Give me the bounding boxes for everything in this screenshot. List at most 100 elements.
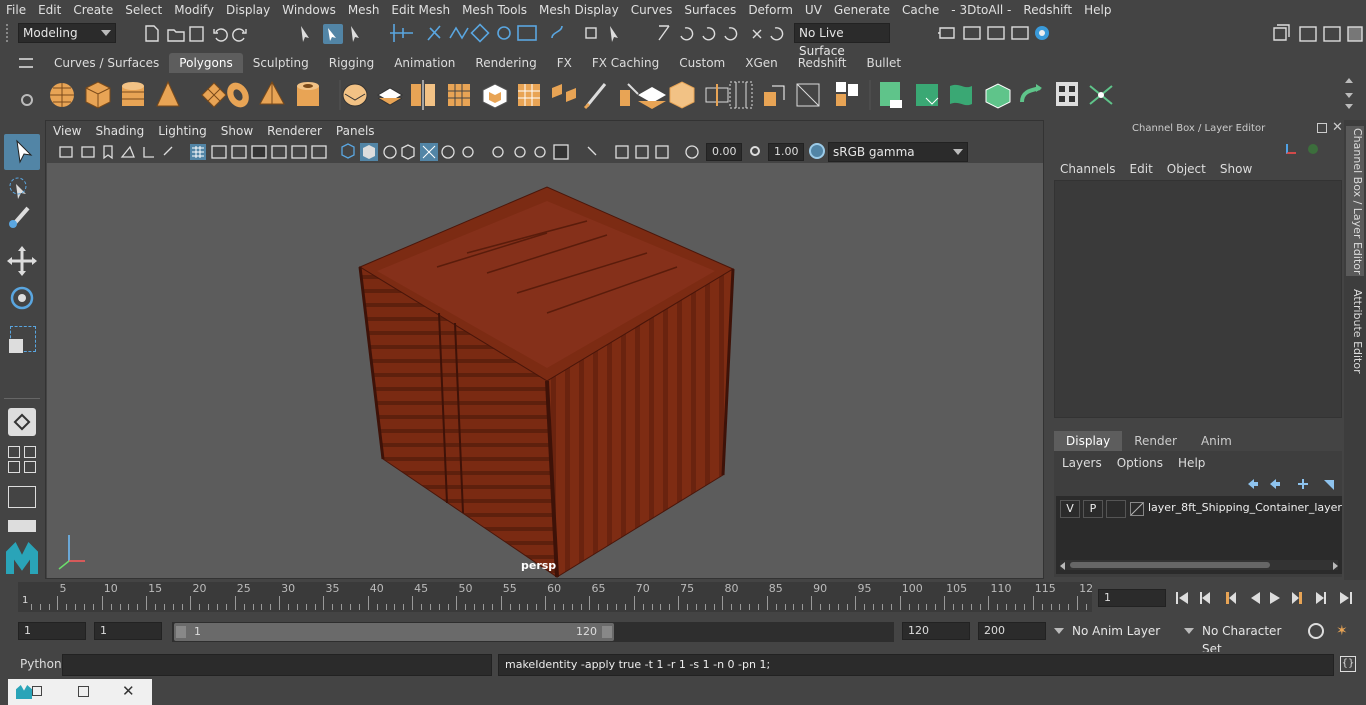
command-language-label[interactable]: Python	[20, 657, 62, 671]
outliner-layout-button[interactable]	[8, 486, 36, 508]
shelf-tab-rigging[interactable]: Rigging	[319, 53, 384, 73]
select-tool-button[interactable]	[4, 134, 40, 170]
menu-edit[interactable]: Edit	[32, 0, 67, 20]
toggle-grip[interactable]	[6, 24, 12, 42]
time-slider[interactable]: 5 10 15 20 25 30 35 40 45 50 55 60 65 70 75 80 85 90 95 100…	[18, 582, 1093, 612]
viewport-menu-panels[interactable]: Panels	[329, 124, 382, 138]
current-frame-field[interactable]: 1	[1098, 589, 1166, 607]
menu-modify[interactable]: Modify	[168, 0, 220, 20]
maya-window-icon[interactable]	[16, 685, 32, 699]
restore-icon[interactable]	[32, 686, 42, 696]
end-time-field[interactable]: 200	[978, 622, 1046, 640]
character-set-dropdown[interactable]: No Character Set	[1180, 622, 1302, 656]
shelf-settings-gear-icon[interactable]	[21, 94, 33, 106]
menu-create[interactable]: Create	[67, 0, 119, 20]
channel-menu-edit[interactable]: Edit	[1130, 162, 1165, 176]
menu-curves[interactable]: Curves	[625, 0, 679, 20]
menu-generate[interactable]: Generate	[828, 0, 896, 20]
layer-scrollbar[interactable]	[1060, 560, 1338, 570]
color-management-icon[interactable]	[809, 143, 825, 159]
layout-two-button[interactable]	[8, 461, 20, 473]
manipulator-icon[interactable]	[1286, 144, 1296, 154]
script-editor-icon[interactable]: {}	[1340, 656, 1356, 672]
shelf-scroll[interactable]	[1344, 76, 1354, 114]
menu-deform[interactable]: Deform	[742, 0, 799, 20]
tab-attribute-editor[interactable]: Attribute Editor	[1346, 286, 1364, 376]
menu-mesh[interactable]: Mesh	[342, 0, 386, 20]
layer-playback-toggle[interactable]: P	[1083, 500, 1103, 518]
shelf-menu-icon[interactable]	[19, 58, 33, 68]
shelf-tab-curves-surfaces[interactable]: Curves / Surfaces	[44, 53, 169, 73]
menu-mesh-display[interactable]: Mesh Display	[533, 0, 625, 20]
color-space-dropdown[interactable]: sRGB gamma	[828, 142, 968, 162]
layer-tab-render[interactable]: Render	[1122, 431, 1189, 451]
close-icon[interactable]: ✕	[122, 682, 135, 700]
gamma-field[interactable]: 1.00	[768, 143, 804, 161]
shelf-tab-redshift[interactable]: Redshift	[788, 53, 857, 73]
viewport-menu-lighting[interactable]: Lighting	[151, 124, 214, 138]
tab-channel-box[interactable]: Channel Box / Layer Editor	[1346, 126, 1364, 276]
menu-file[interactable]: File	[0, 0, 32, 20]
shelf-tab-fx-caching[interactable]: FX Caching	[582, 53, 669, 73]
viewport-menu-renderer[interactable]: Renderer	[260, 124, 329, 138]
layout-four-button[interactable]	[24, 446, 36, 458]
menu-windows[interactable]: Windows	[276, 0, 342, 20]
viewport-3d-canvas[interactable]: persp	[47, 163, 1043, 578]
graph-layout-button[interactable]	[8, 520, 36, 532]
menu-display[interactable]: Display	[220, 0, 276, 20]
shelf-tab-rendering[interactable]: Rendering	[465, 53, 546, 73]
mode-selector[interactable]: Modeling	[18, 23, 116, 43]
menu-uv[interactable]: UV	[799, 0, 828, 20]
viewport-menu-shading[interactable]: Shading	[88, 124, 151, 138]
close-icon[interactable]: ✕	[1332, 120, 1343, 135]
scale-tool-button[interactable]	[9, 326, 36, 353]
shelf-tab-animation[interactable]: Animation	[384, 53, 465, 73]
menu-cache[interactable]: Cache	[896, 0, 945, 20]
channel-menu-channels[interactable]: Channels	[1060, 162, 1128, 176]
shelf-tab-fx[interactable]: FX	[547, 53, 582, 73]
layer-menu-options[interactable]: Options	[1117, 456, 1178, 470]
playback-end-field[interactable]: 120	[902, 622, 970, 640]
command-input[interactable]	[62, 654, 492, 676]
channel-menu-show[interactable]: Show	[1220, 162, 1264, 176]
maximize-icon[interactable]	[78, 686, 89, 697]
layer-type-toggle[interactable]	[1106, 500, 1126, 518]
shelf-tab-custom[interactable]: Custom	[669, 53, 735, 73]
menu-redshift[interactable]: Redshift	[1017, 0, 1078, 20]
menu-select[interactable]: Select	[119, 0, 168, 20]
layer-tab-anim[interactable]: Anim	[1189, 431, 1244, 451]
shelf-tab-xgen[interactable]: XGen	[735, 53, 788, 73]
live-surface-field[interactable]: No Live Surface	[794, 23, 890, 58]
menu-surfaces[interactable]: Surfaces	[678, 0, 742, 20]
playback-start-field[interactable]: 1	[94, 622, 162, 640]
viewport-menu-view[interactable]: View	[46, 124, 88, 138]
channels-list[interactable]	[1054, 180, 1342, 418]
anim-prefs-icon[interactable]: ✶	[1336, 623, 1352, 639]
layer-menu-help[interactable]: Help	[1178, 456, 1220, 470]
layer-row[interactable]: V P layer_8ft_Shipping_Container_layer	[1060, 500, 1342, 518]
range-handle[interactable]: 1 120	[174, 623, 614, 641]
menu-help[interactable]: Help	[1078, 0, 1117, 20]
layer-name[interactable]: layer_8ft_Shipping_Container_layer	[1148, 501, 1342, 514]
last-tool-button[interactable]	[8, 408, 36, 436]
auto-key-icon[interactable]	[1308, 623, 1324, 639]
layer-menu-layers[interactable]: Layers	[1062, 456, 1117, 470]
layout-single-button[interactable]	[8, 446, 20, 458]
menu-edit-mesh[interactable]: Edit Mesh	[385, 0, 456, 20]
channel-menu-object[interactable]: Object	[1167, 162, 1218, 176]
shelf-tab-bullet[interactable]: Bullet	[856, 53, 911, 73]
layer-visibility-toggle[interactable]: V	[1060, 500, 1080, 518]
exposure-field[interactable]: 0.00	[706, 143, 742, 161]
anim-layer-dropdown[interactable]: No Anim Layer	[1050, 622, 1192, 642]
menu-3dtoall[interactable]: - 3DtoAll -	[945, 0, 1017, 20]
layer-tab-display[interactable]: Display	[1054, 431, 1123, 451]
range-slider[interactable]: 1 120	[172, 622, 894, 642]
layer-color-swatch[interactable]	[1130, 502, 1144, 516]
layout-persp-button[interactable]	[24, 461, 36, 473]
float-button[interactable]	[1317, 123, 1327, 133]
shelf-tab-polygons[interactable]: Polygons	[169, 53, 243, 73]
menu-mesh-tools[interactable]: Mesh Tools	[456, 0, 533, 20]
shelf-tab-sculpting[interactable]: Sculpting	[243, 53, 319, 73]
start-time-field[interactable]: 1	[18, 622, 86, 640]
viewport-menu-show[interactable]: Show	[214, 124, 260, 138]
